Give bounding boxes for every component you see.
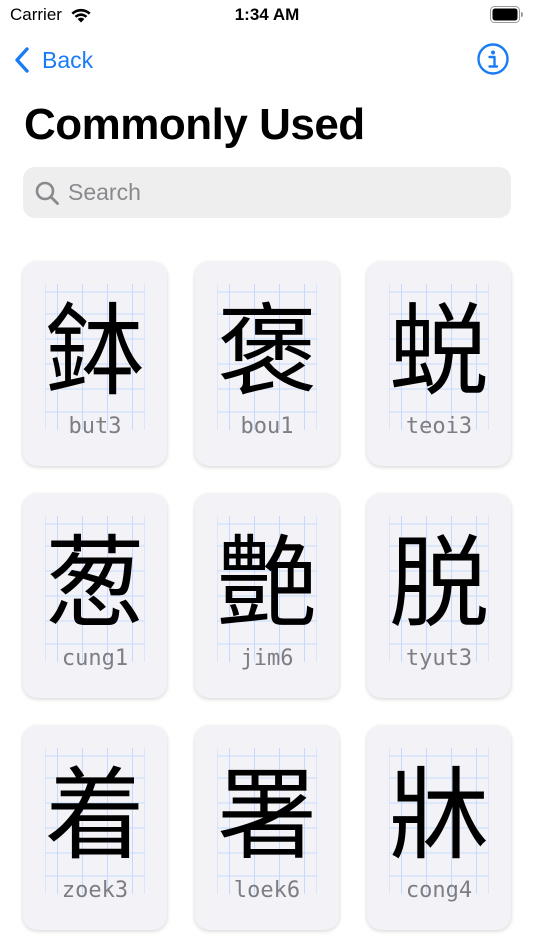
romanization-label: jim6 xyxy=(240,646,294,671)
romanization-label: bou1 xyxy=(240,414,294,439)
character-card[interactable]: 蜕 teoi3 xyxy=(367,262,511,466)
romanization-label: cong4 xyxy=(405,878,473,903)
character-glyph: 艶 xyxy=(217,525,317,642)
character-card[interactable]: 脱 tyut3 xyxy=(367,494,511,698)
romanization-label: loek6 xyxy=(233,878,301,903)
character-glyph: 牀 xyxy=(389,757,489,874)
character-card[interactable]: 艶 jim6 xyxy=(195,494,339,698)
character-card[interactable]: 牀 cong4 xyxy=(367,726,511,930)
romanization-label: cung1 xyxy=(61,646,129,671)
romanization-label: teoi3 xyxy=(405,414,473,439)
character-glyph: 着 xyxy=(45,757,145,874)
romanization-label: zoek3 xyxy=(61,878,129,903)
character-glyph: 署 xyxy=(217,757,317,874)
character-card[interactable]: 署 loek6 xyxy=(195,726,339,930)
character-glyph: 葱 xyxy=(45,525,145,642)
romanization-label: but3 xyxy=(68,414,122,439)
character-glyph: 褒 xyxy=(217,293,317,410)
character-glyph: 脱 xyxy=(389,525,489,642)
character-card[interactable]: 着 zoek3 xyxy=(23,726,167,930)
character-card[interactable]: 葱 cung1 xyxy=(23,494,167,698)
character-card[interactable]: 鉢 but3 xyxy=(23,262,167,466)
character-card[interactable]: 褒 bou1 xyxy=(195,262,339,466)
character-glyph: 鉢 xyxy=(45,293,145,410)
character-grid: 鉢 but3 褒 bou1 蜕 teoi3 葱 cung1 艶 jim6 脱 t… xyxy=(0,0,534,950)
character-glyph: 蜕 xyxy=(389,293,489,410)
romanization-label: tyut3 xyxy=(405,646,473,671)
